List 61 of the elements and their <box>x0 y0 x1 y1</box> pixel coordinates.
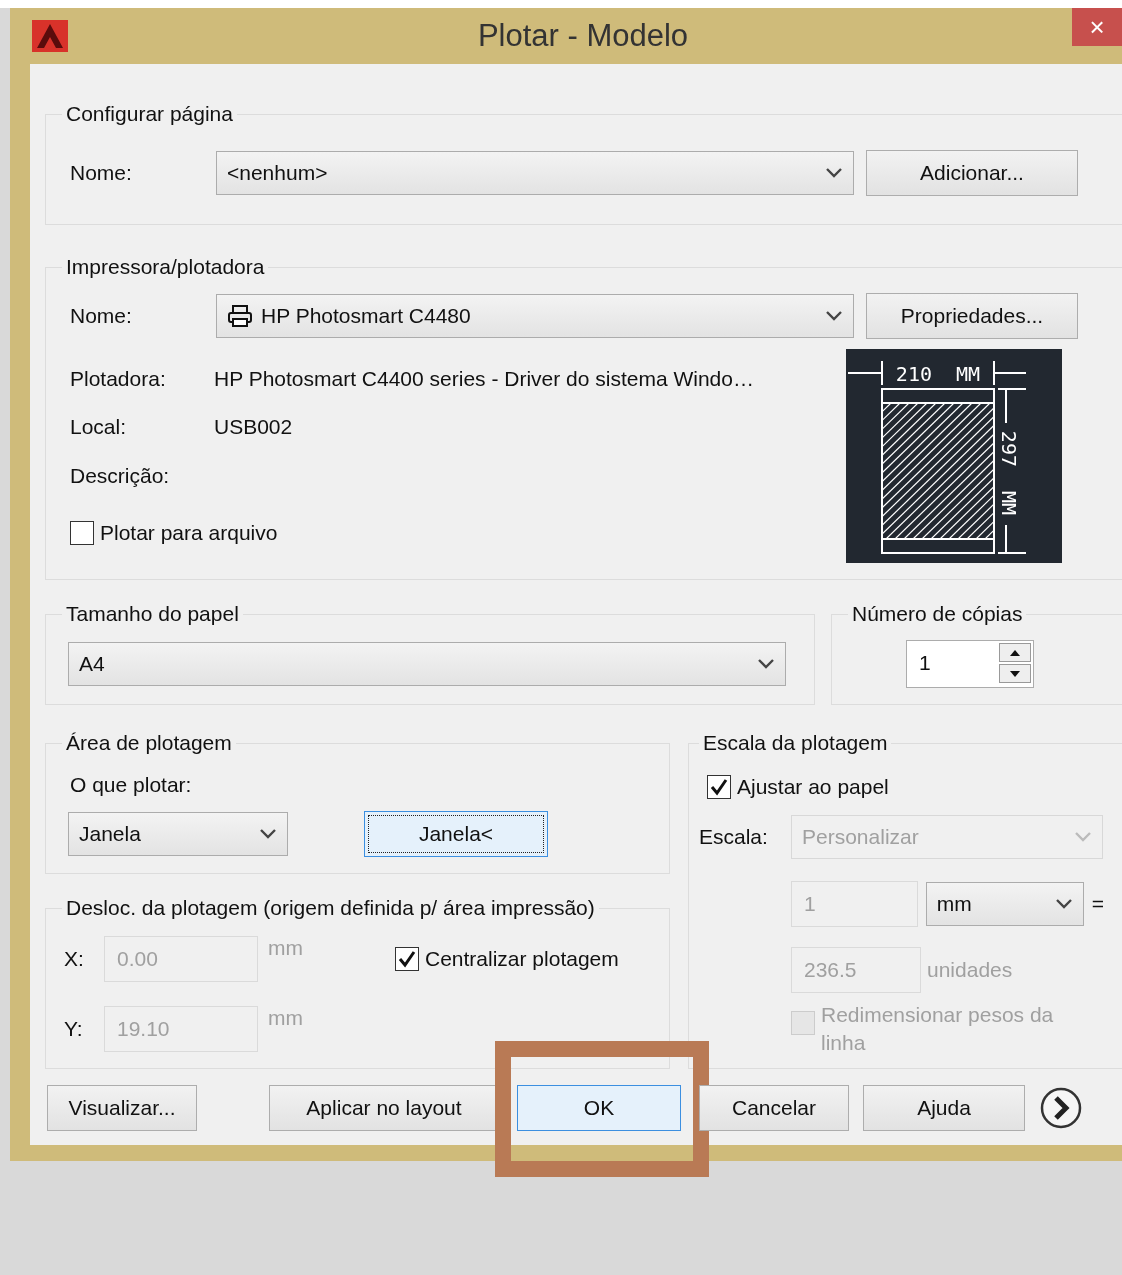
window-title: Plotar - Modelo <box>477 18 689 54</box>
checkbox[interactable] <box>395 947 419 971</box>
what-to-plot-label: O que plotar: <box>70 773 193 797</box>
info-value: HP Photosmart C4400 series - Driver do sistema Windo… <box>214 367 755 391</box>
group-title: Escala da plotagem <box>702 731 889 755</box>
group-title: Desloc. da plotagem (origem definida p/ área impressão) <box>65 896 596 920</box>
up-arrow-icon <box>1009 648 1021 657</box>
plot-area-dropdown[interactable]: Janela <box>68 812 288 856</box>
dialog-button[interactable]: OK <box>517 1085 681 1131</box>
chevron-down-icon <box>757 658 775 670</box>
group-title: Tamanho do papel <box>65 602 240 626</box>
width-dimension: 210 MM <box>895 362 981 386</box>
info-label: Local: <box>70 415 128 439</box>
name-label: Nome: <box>70 304 133 328</box>
y-label: Y: <box>64 1017 84 1041</box>
printer-dropdown[interactable]: HP Photosmart C4480 <box>216 294 854 338</box>
properties-button[interactable]: Propriedades... <box>866 293 1078 339</box>
group-title: Configurar página <box>65 102 234 126</box>
info-label: Descrição: <box>70 464 171 488</box>
close-button[interactable]: × <box>1072 8 1122 46</box>
unit-label: mm <box>268 1006 303 1030</box>
equals-sign: = <box>1091 892 1104 916</box>
info-value: USB002 <box>214 415 294 439</box>
units-label: unidades <box>927 958 1013 982</box>
copies-spinner[interactable]: 1 <box>906 640 1034 688</box>
height-dimension: 297 MM <box>997 430 1021 516</box>
chevron-down-icon <box>825 310 843 322</box>
window-button[interactable]: Janela< <box>364 811 548 857</box>
group-title: Área de plotagem <box>65 731 233 755</box>
checkbox-label: Centralizar plotagem <box>425 947 619 971</box>
group-title: Número de cópias <box>851 602 1024 626</box>
checkbox[interactable] <box>70 521 94 545</box>
unit-label: mm <box>268 936 303 960</box>
chevron-down-icon <box>825 167 843 179</box>
increment-button[interactable] <box>999 643 1031 662</box>
expand-icon[interactable] <box>1039 1086 1083 1130</box>
dialog-button[interactable]: Ajuda <box>863 1085 1025 1131</box>
copies-value: 1 <box>918 650 931 676</box>
paper-size-dropdown[interactable]: A4 <box>68 642 786 686</box>
printer-icon <box>227 304 253 328</box>
scale-label: Escala: <box>699 825 769 849</box>
dialog-button[interactable]: Cancelar <box>699 1085 849 1131</box>
down-arrow-icon <box>1009 669 1021 678</box>
page-setup-dropdown[interactable]: <nenhum> <box>216 151 854 195</box>
unit-dropdown[interactable]: mm <box>925 882 1084 926</box>
name-label: Nome: <box>70 161 133 185</box>
info-label: Plotadora: <box>70 367 167 391</box>
checkbox[interactable] <box>707 775 731 799</box>
checkbox-label: Plotar para arquivo <box>100 521 278 545</box>
printer-name: HP Photosmart C4480 <box>261 304 471 328</box>
app-logo-icon <box>32 20 68 52</box>
chevron-down-icon <box>1054 898 1073 910</box>
add-button[interactable]: Adicionar... <box>866 150 1078 196</box>
x-label: X: <box>64 947 85 971</box>
dialog-button[interactable]: Visualizar... <box>47 1085 197 1131</box>
checkbox-label: Redimensionar pesos da linha <box>821 1002 1055 1056</box>
chevron-down-icon <box>1074 831 1092 843</box>
group-title: Impressora/plotadora <box>65 255 266 279</box>
chevron-down-icon <box>259 828 277 840</box>
checkbox-label: Ajustar ao papel <box>737 775 889 799</box>
decrement-button[interactable] <box>999 664 1031 683</box>
